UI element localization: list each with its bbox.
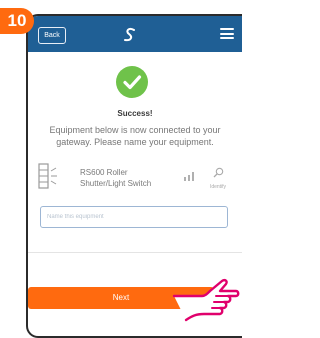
success-title: Success! (117, 109, 153, 118)
menu-icon[interactable] (220, 28, 234, 39)
back-button[interactable]: Back (38, 27, 66, 44)
logo-icon (124, 27, 135, 42)
signal-icon (184, 172, 194, 181)
header-bar: Back (28, 16, 242, 52)
success-message: Equipment below is now connected to your… (49, 125, 221, 147)
identify-label: Identify (209, 184, 227, 190)
step-number-badge: 10 (0, 8, 34, 34)
equipment-name-input[interactable] (40, 206, 228, 228)
device-name: RS600 Roller Shutter/Light Switch (80, 168, 152, 188)
divider (28, 252, 242, 253)
success-check-icon (116, 66, 148, 98)
identify-icon (213, 167, 223, 178)
shutter-icon (38, 163, 57, 189)
hand-pointer-icon (172, 279, 240, 322)
device-row: RS600 Roller Shutter/Light Switch Identi… (36, 159, 236, 201)
identify-button[interactable]: Identify (204, 165, 232, 190)
